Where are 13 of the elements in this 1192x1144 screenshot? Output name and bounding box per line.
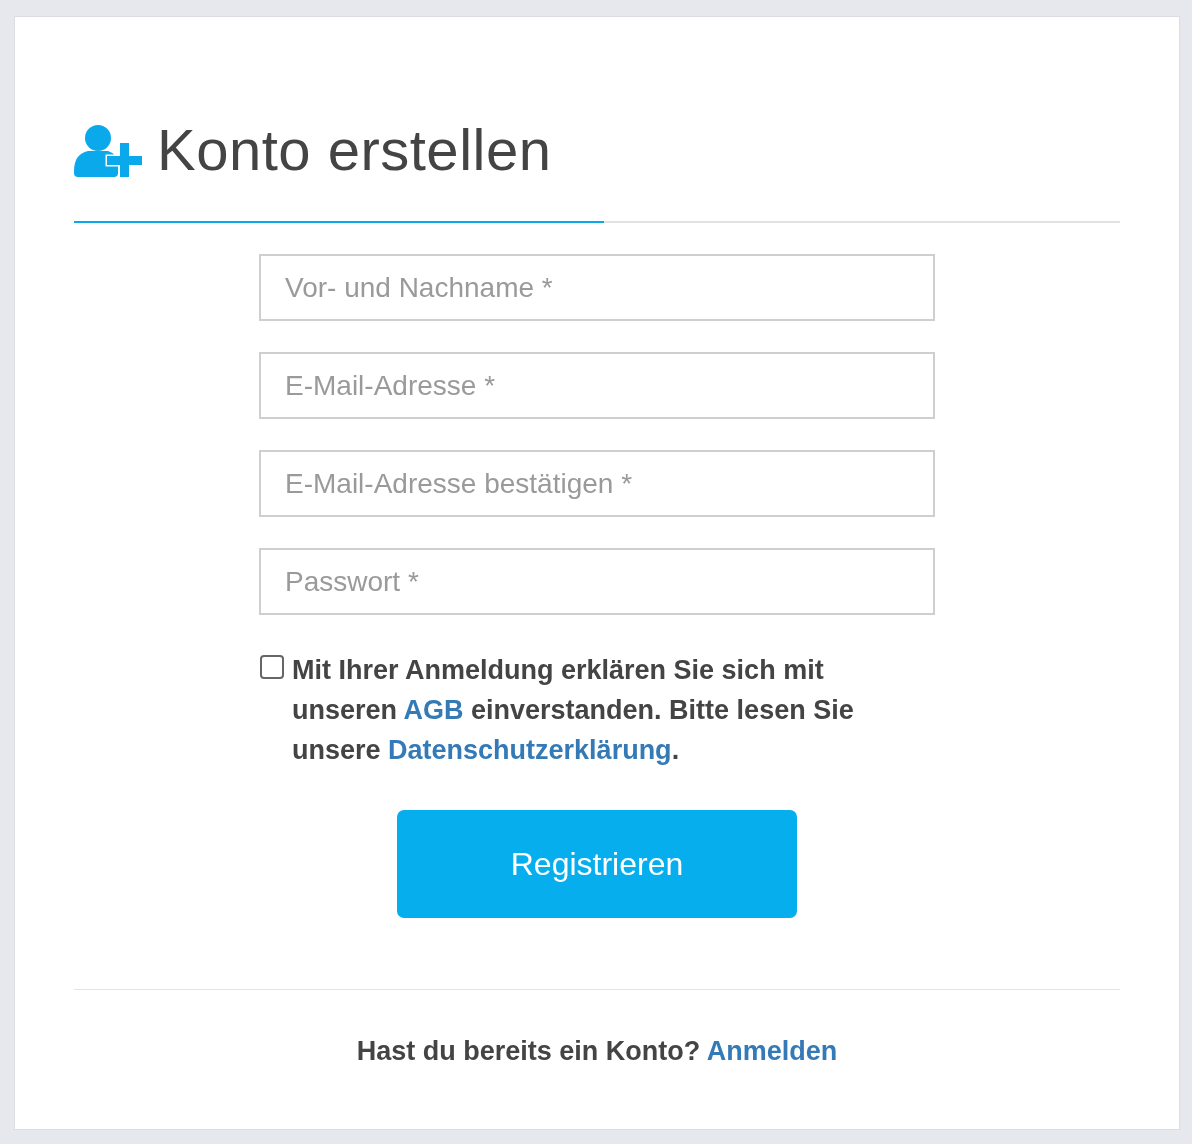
email-confirm-field[interactable]: E-Mail-Adresse bestätigen * [259,450,935,517]
page-title: Konto erstellen [157,116,552,184]
consent-text: Mit Ihrer Anmeldung erklären Sie sich mit unseren AGB einverstanden. Bitte lesen Sie unsere Datenschutzerklärung. [292,654,855,767]
password-field[interactable]: Passwort * [259,548,935,615]
login-prompt: Hast du bereits ein Konto? Anmelden [356,1035,838,1068]
register-button[interactable]: Registrieren [397,810,797,918]
consent-checkbox[interactable] [260,655,284,679]
add-user-icon [74,125,143,177]
privacy-link[interactable]: Datenschutzerklärung [388,735,672,765]
terms-link[interactable]: AGB [403,695,464,725]
login-link[interactable]: Anmelden [706,1036,838,1066]
name-field[interactable]: Vor- und Nachname * [259,254,935,321]
email-field[interactable]: E-Mail-Adresse * [259,352,935,419]
